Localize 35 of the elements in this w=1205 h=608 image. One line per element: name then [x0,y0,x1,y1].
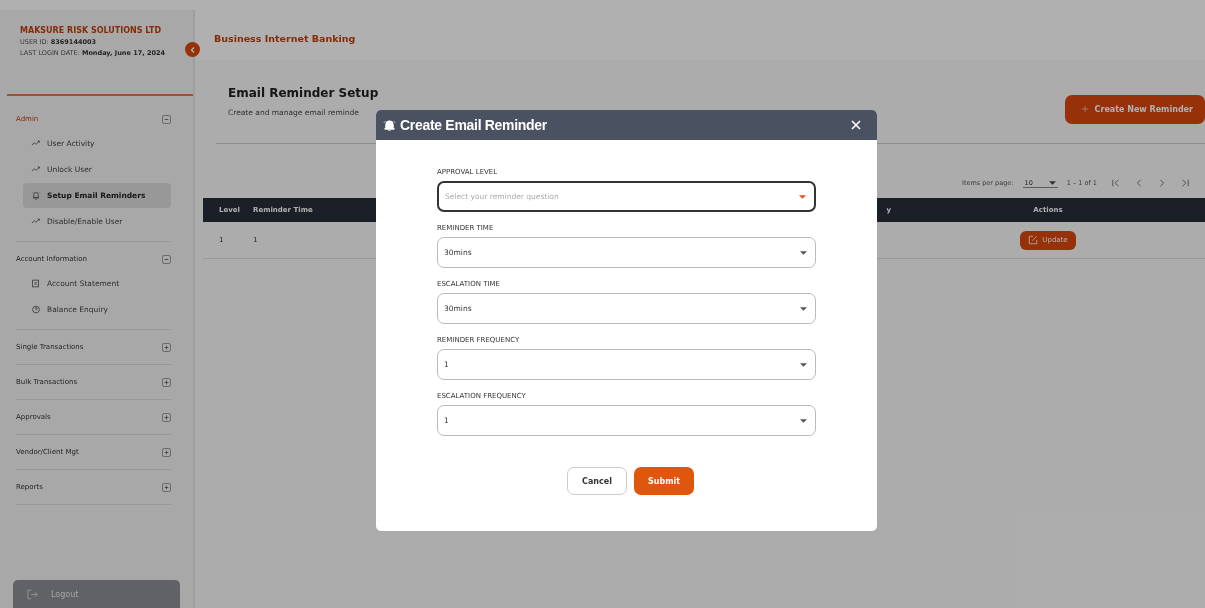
dropdown-icon [800,362,807,367]
last-page-icon[interactable] [1181,179,1189,187]
collapse-icon[interactable] [162,254,171,264]
expand-icon[interactable] [162,342,171,352]
logout-icon [27,588,39,600]
edit-icon [1028,235,1039,245]
dropdown-icon [800,250,807,255]
expand-icon[interactable] [162,377,171,387]
trend-icon [31,217,41,226]
chevron-left-icon [188,45,197,54]
submit-button[interactable]: Submit [634,467,694,495]
expand-icon[interactable] [162,447,171,457]
dropdown-icon [800,306,807,311]
company-name: MAKSURE RISK SOLUTIONS LTD [20,26,163,35]
plus-icon [1080,105,1089,113]
trend-icon [31,139,41,148]
create-reminder-button[interactable]: Create New Reminder [1064,95,1205,124]
bell-icon [383,118,396,132]
app-title: Business Internet Banking [214,33,356,44]
dropdown-icon [800,418,807,423]
help-icon [31,305,41,314]
trend-icon [31,165,41,174]
document-icon [31,279,41,288]
dropdown-icon [1048,180,1056,185]
page-title: Email Reminder Setup [228,86,379,100]
first-page-icon[interactable] [1112,179,1120,187]
expand-icon[interactable] [162,412,171,422]
expand-icon[interactable] [162,482,171,492]
bell-icon [31,191,41,200]
cancel-button[interactable]: Cancel [567,467,627,495]
previous-page-icon[interactable] [1135,179,1143,187]
close-icon[interactable] [851,120,861,130]
collapse-icon[interactable] [162,114,171,124]
next-page-icon[interactable] [1158,179,1166,187]
dialog-title: Create Email Reminder [383,117,547,133]
